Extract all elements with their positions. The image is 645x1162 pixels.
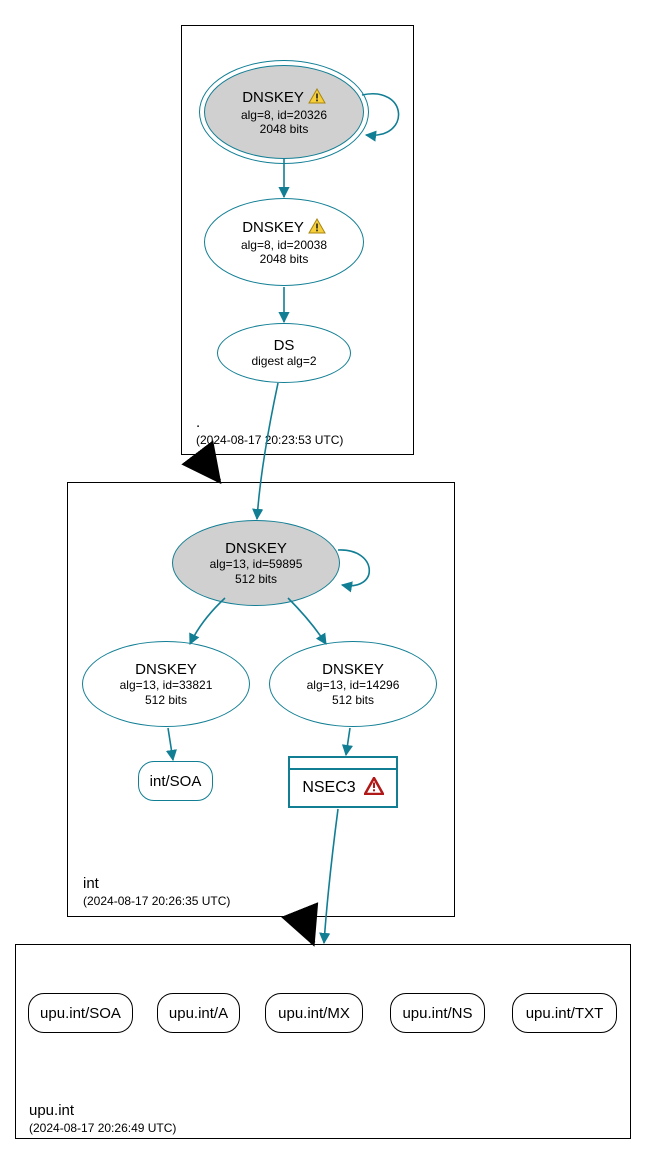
zone-upu-label: upu.int (2024-08-17 20:26:49 UTC) bbox=[29, 1101, 176, 1136]
zone-upu-name: upu.int bbox=[29, 1101, 176, 1121]
node-root-ksk-line3: 2048 bits bbox=[260, 122, 309, 136]
zone-upu-ts: (2024-08-17 20:26:49 UTC) bbox=[29, 1121, 176, 1137]
zone-int-ts: (2024-08-17 20:26:35 UTC) bbox=[83, 894, 230, 910]
node-root-ksk-line2: alg=8, id=20326 bbox=[241, 108, 327, 122]
node-ds[interactable]: DS digest alg=2 bbox=[217, 323, 351, 383]
edge-zone-int-upu bbox=[303, 918, 313, 943]
warning-icon bbox=[308, 218, 326, 238]
node-root-ksk-title: DNSKEY bbox=[242, 88, 326, 108]
nsec3-label: NSEC3 bbox=[302, 779, 355, 797]
text: DNSKEY bbox=[242, 89, 303, 106]
node-ds-title: DS bbox=[274, 337, 295, 354]
text: DNSKEY bbox=[242, 219, 303, 236]
label: upu.int/A bbox=[169, 1005, 228, 1022]
node-int-zsk2-title: DNSKEY bbox=[322, 661, 384, 678]
node-upu-soa[interactable]: upu.int/SOA bbox=[28, 993, 133, 1033]
node-int-zsk1-title: DNSKEY bbox=[135, 661, 197, 678]
warning-icon bbox=[308, 88, 326, 108]
zone-root-label: . (2024-08-17 20:23:53 UTC) bbox=[196, 413, 343, 448]
nsec3-header bbox=[290, 758, 396, 770]
edge-zone-root-int bbox=[200, 456, 219, 481]
node-int-soa[interactable]: int/SOA bbox=[138, 761, 213, 801]
node-int-zsk1-line3: 512 bits bbox=[145, 693, 187, 707]
zone-root-ts: (2024-08-17 20:23:53 UTC) bbox=[196, 433, 343, 449]
node-int-zsk2[interactable]: DNSKEY alg=13, id=14296 512 bits bbox=[269, 641, 437, 727]
node-int-ksk-line3: 512 bits bbox=[235, 572, 277, 586]
node-int-ksk[interactable]: DNSKEY alg=13, id=59895 512 bits bbox=[172, 520, 340, 606]
node-int-soa-label: int/SOA bbox=[150, 773, 202, 790]
label: upu.int/SOA bbox=[40, 1005, 121, 1022]
node-int-ksk-title: DNSKEY bbox=[225, 540, 287, 557]
label: upu.int/NS bbox=[402, 1005, 472, 1022]
node-upu-ns[interactable]: upu.int/NS bbox=[390, 993, 485, 1033]
node-ds-line2: digest alg=2 bbox=[251, 354, 316, 368]
label: upu.int/TXT bbox=[526, 1005, 604, 1022]
node-root-ksk[interactable]: DNSKEY alg=8, id=20326 2048 bits bbox=[204, 65, 364, 159]
node-root-zsk-line3: 2048 bits bbox=[260, 252, 309, 266]
node-upu-mx[interactable]: upu.int/MX bbox=[265, 993, 363, 1033]
node-int-zsk1-line2: alg=13, id=33821 bbox=[120, 678, 213, 692]
node-int-zsk1[interactable]: DNSKEY alg=13, id=33821 512 bits bbox=[82, 641, 250, 727]
node-int-ksk-line2: alg=13, id=59895 bbox=[210, 557, 303, 571]
node-nsec3[interactable]: NSEC3 bbox=[288, 756, 398, 808]
label: upu.int/MX bbox=[278, 1005, 350, 1022]
zone-int-label: int (2024-08-17 20:26:35 UTC) bbox=[83, 874, 230, 909]
node-root-zsk-line2: alg=8, id=20038 bbox=[241, 238, 327, 252]
error-icon bbox=[364, 777, 384, 800]
node-int-zsk2-line2: alg=13, id=14296 bbox=[307, 678, 400, 692]
node-upu-txt[interactable]: upu.int/TXT bbox=[512, 993, 617, 1033]
nsec3-body: NSEC3 bbox=[290, 770, 396, 806]
node-upu-a[interactable]: upu.int/A bbox=[157, 993, 240, 1033]
node-int-zsk2-line3: 512 bits bbox=[332, 693, 374, 707]
node-root-zsk[interactable]: DNSKEY alg=8, id=20038 2048 bits bbox=[204, 198, 364, 286]
zone-int-name: int bbox=[83, 874, 230, 894]
zone-root-name: . bbox=[196, 413, 343, 433]
node-root-zsk-title: DNSKEY bbox=[242, 218, 326, 238]
